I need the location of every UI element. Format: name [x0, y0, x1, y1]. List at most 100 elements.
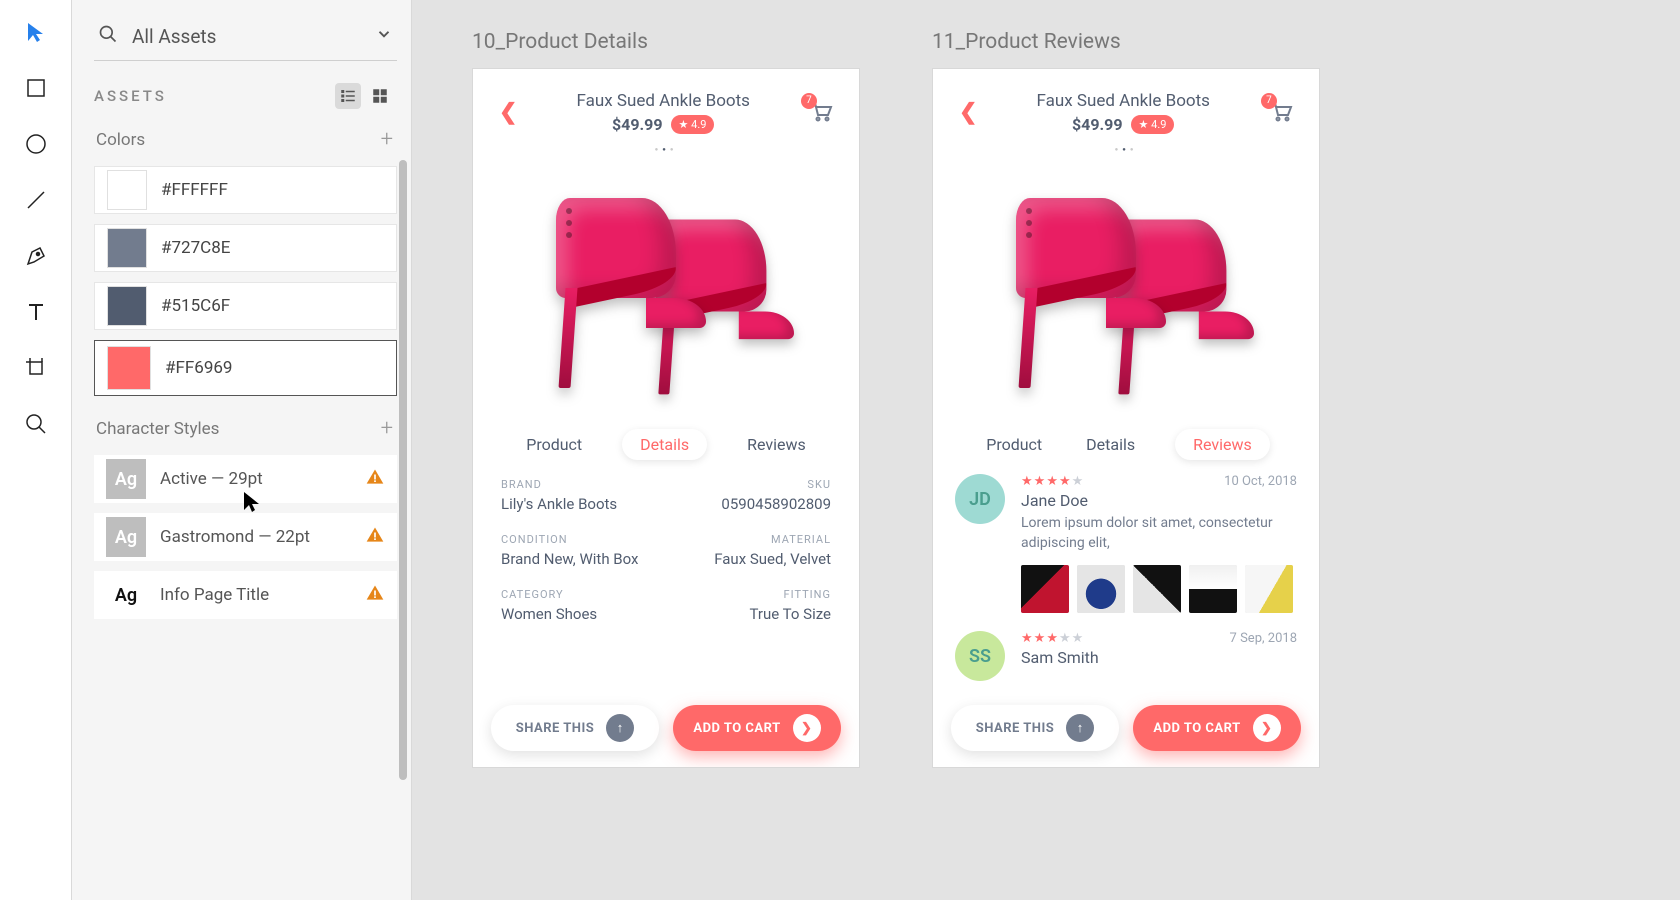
asset-filter-label: All Assets — [132, 25, 361, 48]
charstyle-label: Info Page Title — [160, 585, 351, 605]
share-button[interactable]: SHARE THIS↑ — [491, 705, 659, 751]
details-section: BRANDLily's Ankle Boots SKU0590458902809… — [473, 460, 859, 689]
review-stars: ★★★★★ — [1021, 631, 1084, 646]
detail-row: CONDITIONBrand New, With Box MATERIALFau… — [501, 533, 831, 568]
add-to-cart-button[interactable]: ADD TO CART❯ — [673, 705, 841, 751]
charstyles-section-header[interactable]: Character Styles + — [96, 416, 397, 441]
artboard[interactable]: ❮ Faux Sued Ankle Boots $49.99 ★ 4.9 7 ●… — [472, 68, 860, 768]
warning-icon — [365, 467, 385, 491]
add-color-icon[interactable]: + — [381, 127, 393, 152]
page-indicator: ●●● — [933, 146, 1319, 153]
review-stars: ★★★★★ — [1021, 474, 1084, 489]
tab-details[interactable]: Details — [622, 429, 707, 460]
product-image — [536, 184, 796, 394]
product-price: $49.99 — [1072, 115, 1123, 134]
share-icon: ↑ — [606, 714, 634, 742]
colors-section-header[interactable]: Colors + — [96, 127, 397, 152]
cart-badge: 7 — [1261, 93, 1277, 109]
warning-icon — [365, 525, 385, 549]
review-thumb[interactable] — [1077, 565, 1125, 613]
panel-scrollbar[interactable] — [399, 160, 407, 780]
chevron-right-icon: ❯ — [793, 714, 821, 742]
review-author: Jane Doe — [1021, 491, 1297, 510]
reviews-section: JD ★★★★★10 Oct, 2018 Jane Doe Lorem ipsu… — [933, 460, 1319, 689]
share-button[interactable]: SHARE THIS↑ — [951, 705, 1119, 751]
rating-badge: ★ 4.9 — [671, 115, 715, 134]
color-label: #FF6969 — [165, 358, 232, 378]
charstyle-preview: Ag — [106, 575, 146, 615]
color-swatch — [107, 286, 147, 326]
page-indicator: ●●● — [473, 146, 859, 153]
review-thumb[interactable] — [1021, 565, 1069, 613]
design-canvas[interactable]: 10_Product Details ❮ Faux Sued Ankle Boo… — [412, 0, 1680, 900]
add-to-cart-button[interactable]: ADD TO CART❯ — [1133, 705, 1301, 751]
tab-reviews[interactable]: Reviews — [1175, 429, 1270, 460]
color-asset[interactable]: #727C8E — [94, 224, 397, 272]
artboard[interactable]: ❮ Faux Sued Ankle Boots $49.99 ★ 4.9 7 ●… — [932, 68, 1320, 768]
assets-panel: All Assets ASSETS Colors + #FFFFFF #727C8… — [72, 0, 412, 900]
artboard-tool[interactable] — [22, 354, 50, 382]
detail-row: BRANDLily's Ankle Boots SKU0590458902809 — [501, 478, 831, 513]
tab-details[interactable]: Details — [1082, 429, 1139, 460]
avatar: JD — [955, 474, 1005, 524]
product-tabs: Product Details Reviews — [933, 429, 1319, 460]
charstyle-label: Gastromond — 22pt — [160, 527, 351, 547]
rating-badge: ★ 4.9 — [1131, 115, 1175, 134]
cart-button[interactable]: 7 — [809, 99, 833, 127]
charstyle-asset[interactable]: Ag Active — 29pt — [94, 455, 397, 503]
detail-row: CATEGORYWomen Shoes FITTINGTrue To Size — [501, 588, 831, 623]
color-swatch — [107, 228, 147, 268]
cart-badge: 7 — [801, 93, 817, 109]
color-asset[interactable]: #515C6F — [94, 282, 397, 330]
assets-heading: ASSETS — [94, 87, 167, 105]
color-asset[interactable]: #FFFFFF — [94, 166, 397, 214]
charstyle-preview: Ag — [106, 517, 146, 557]
product-title: Faux Sued Ankle Boots — [1036, 91, 1209, 111]
toolstrip — [0, 0, 72, 900]
chevron-right-icon: ❯ — [1253, 714, 1281, 742]
review-item: SS ★★★★★ 7 Sep, 2018 Sam Smith — [955, 631, 1297, 681]
review-thumb[interactable] — [1245, 565, 1293, 613]
back-button[interactable]: ❮ — [959, 100, 977, 125]
tab-product[interactable]: Product — [982, 429, 1046, 460]
text-tool[interactable] — [22, 298, 50, 326]
chevron-down-icon — [375, 25, 393, 47]
review-thumb[interactable] — [1189, 565, 1237, 613]
color-asset[interactable]: #FF6969 — [94, 340, 397, 396]
select-tool[interactable] — [22, 18, 50, 46]
pen-tool[interactable] — [22, 242, 50, 270]
list-view-button[interactable] — [335, 83, 361, 109]
charstyle-preview: Ag — [106, 459, 146, 499]
product-title: Faux Sued Ankle Boots — [576, 91, 749, 111]
review-thumb[interactable] — [1133, 565, 1181, 613]
cart-button[interactable]: 7 — [1269, 99, 1293, 127]
asset-filter[interactable]: All Assets — [94, 18, 397, 61]
zoom-tool[interactable] — [22, 410, 50, 438]
rectangle-tool[interactable] — [22, 74, 50, 102]
review-item: JD ★★★★★10 Oct, 2018 Jane Doe Lorem ipsu… — [955, 474, 1297, 613]
grid-view-button[interactable] — [367, 83, 393, 109]
warning-icon — [365, 583, 385, 607]
color-label: #FFFFFF — [161, 180, 228, 200]
view-toggle — [335, 83, 393, 109]
back-button[interactable]: ❮ — [499, 100, 517, 125]
add-charstyle-icon[interactable]: + — [381, 416, 393, 441]
charstyle-asset[interactable]: Ag Gastromond — 22pt — [94, 513, 397, 561]
tab-reviews[interactable]: Reviews — [743, 429, 810, 460]
line-tool[interactable] — [22, 186, 50, 214]
product-image — [996, 184, 1256, 394]
review-date: 7 Sep, 2018 — [1230, 631, 1297, 646]
charstyle-asset[interactable]: Ag Info Page Title — [94, 571, 397, 619]
review-author: Sam Smith — [1021, 648, 1297, 667]
tab-product[interactable]: Product — [522, 429, 586, 460]
charstyle-label: Active — 29pt — [160, 469, 351, 489]
artboard-label[interactable]: 11_Product Reviews — [932, 30, 1320, 54]
product-tabs: Product Details Reviews — [473, 429, 859, 460]
color-swatch — [107, 170, 147, 210]
color-swatch — [107, 346, 151, 390]
share-icon: ↑ — [1066, 714, 1094, 742]
ellipse-tool[interactable] — [22, 130, 50, 158]
review-text: Lorem ipsum dolor sit amet, consectetur … — [1021, 514, 1297, 553]
artboard-label[interactable]: 10_Product Details — [472, 30, 860, 54]
avatar: SS — [955, 631, 1005, 681]
